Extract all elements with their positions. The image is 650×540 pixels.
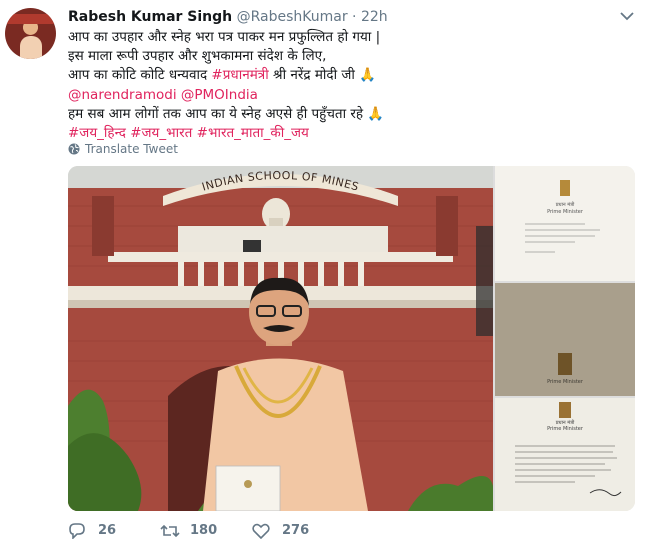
globe-icon	[68, 143, 80, 155]
reply-count: 26	[98, 523, 117, 538]
timestamp[interactable]: 22h	[361, 9, 388, 25]
tweet-line-3-text: आप का कोटि कोटि धन्यवाद	[68, 67, 212, 84]
tweet-media-grid: INDIAN SCHOOL OF MINES प्रधान मंत्री Pri…	[68, 166, 635, 511]
tweet-line-5: हम सब आम लोगों तक आप का ये स्नेह अएसे ही…	[68, 105, 385, 122]
letter-photo-3[interactable]: प्रधान मंत्री Prime Minister	[495, 398, 635, 511]
letter-photo-1[interactable]: प्रधान मंत्री Prime Minister	[495, 166, 635, 281]
tweet-text: आप का उपहार और स्नेह भरा पत्र पाकर मन प्…	[68, 28, 638, 143]
hashtag-jai-bharat[interactable]: #जय_भारत	[130, 125, 192, 141]
mention-narendramodi[interactable]: @narendramodi	[68, 87, 177, 103]
like-count: 276	[282, 523, 310, 538]
letter-2-pm-label: Prime Minister	[547, 379, 584, 385]
avatar[interactable]	[5, 8, 56, 59]
mention-pmoindia[interactable]: @PMOIndia	[181, 87, 258, 103]
tweet: Rabesh Kumar Singh @RabeshKumar · 22h आप…	[0, 0, 650, 540]
tweet-line-2: इस माला रूपी उपहार और शुभकामना संदेश के …	[68, 48, 327, 65]
tweet-line-1: आप का उपहार और स्नेह भरा पत्र पाकर मन प्…	[68, 29, 381, 45]
main-photo[interactable]: INDIAN SCHOOL OF MINES	[68, 166, 493, 511]
hashtag-bharat-mata-ki-jai[interactable]: #भारत_माता_की_जय	[197, 125, 309, 141]
letter-illustration-3: प्रधान मंत्री Prime Minister	[495, 398, 635, 511]
heart-icon	[252, 523, 270, 539]
letter-1-pm-hindi: प्रधान मंत्री	[556, 201, 575, 208]
letter-illustration-2: Prime Minister	[495, 283, 635, 396]
retweet-count: 180	[190, 523, 218, 538]
tweet-line-4: @narendramodi @PMOIndia	[68, 86, 638, 105]
photo-illustration: INDIAN SCHOOL OF MINES	[68, 166, 493, 511]
retweet-icon	[160, 524, 180, 538]
letter-3-pm-label: Prime Minister	[547, 426, 584, 432]
tweet-header: Rabesh Kumar Singh @RabeshKumar · 22h	[68, 8, 388, 26]
translate-tweet-label: Translate Tweet	[85, 142, 178, 156]
hashtag-jai-hind[interactable]: #जय_हिन्द	[68, 125, 126, 141]
tweet-line-3-suffix: श्री नरेंद्र मोदी जी 🙏	[268, 67, 376, 84]
separator-dot: ·	[352, 9, 357, 25]
chevron-down-icon[interactable]	[620, 11, 634, 21]
user-handle[interactable]: @RabeshKumar	[237, 9, 348, 25]
reply-icon	[69, 523, 85, 539]
translate-tweet-link[interactable]: Translate Tweet	[68, 141, 178, 157]
hashtag-pradhanmantri[interactable]: #प्रधानमंत्री	[211, 67, 268, 83]
letter-illustration-1: प्रधान मंत्री Prime Minister	[495, 166, 635, 281]
letter-3-pm-hindi: प्रधान मंत्री	[556, 419, 575, 426]
letter-1-pm-label: Prime Minister	[547, 209, 584, 215]
display-name[interactable]: Rabesh Kumar Singh	[68, 9, 232, 25]
tweet-line-3: आप का कोटि कोटि धन्यवाद #प्रधानमंत्री श्…	[68, 66, 638, 85]
letter-photo-2[interactable]: Prime Minister	[495, 283, 635, 396]
